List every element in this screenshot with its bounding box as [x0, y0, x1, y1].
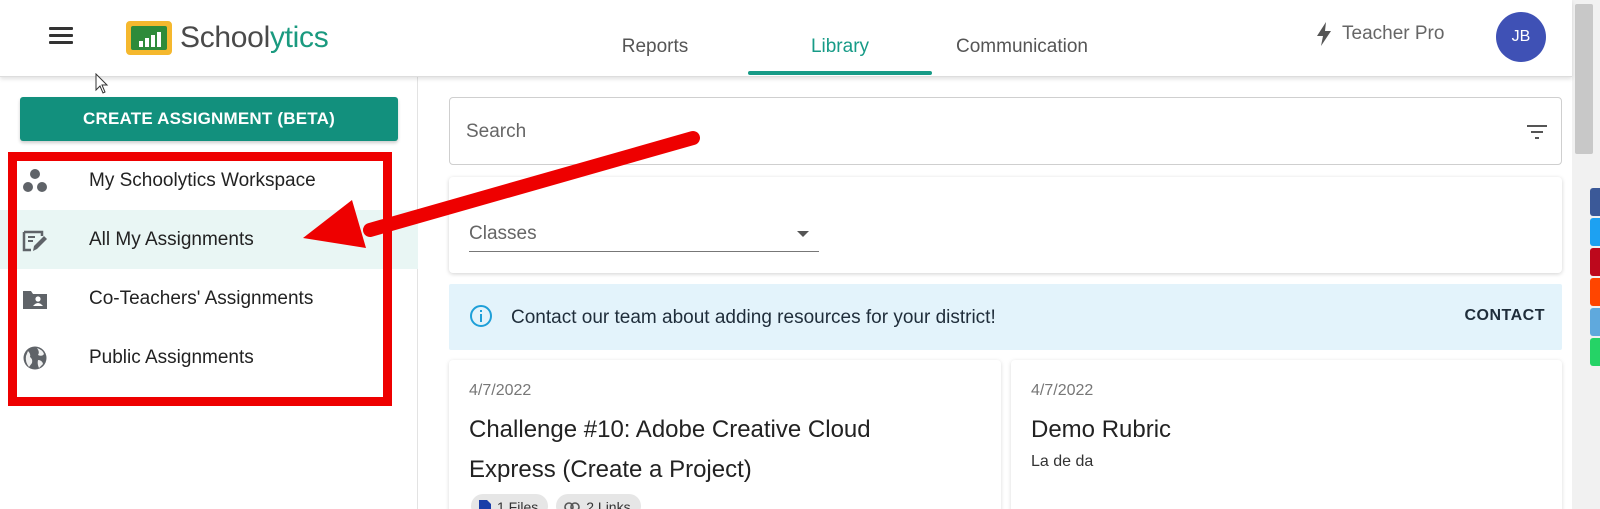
link-icon: [564, 502, 581, 509]
annotation-highlight-box: [8, 152, 392, 406]
logo-text: Schoolytics: [180, 21, 329, 54]
share-button[interactable]: [1590, 248, 1600, 276]
card-title: Demo Rubric: [1031, 416, 1172, 443]
assignment-card[interactable]: 4/7/2022 Demo Rubric La de da: [1011, 360, 1562, 509]
classes-select-label: Classes: [469, 223, 537, 244]
card-date: 4/7/2022: [1031, 382, 1094, 399]
classes-select[interactable]: Classes: [469, 217, 819, 252]
contact-button[interactable]: CONTACT: [1464, 307, 1545, 325]
card-title: Challenge #10: Adobe Creative Cloud Expr…: [469, 416, 871, 483]
logo-icon: [126, 21, 172, 55]
filter-icon[interactable]: [1525, 120, 1549, 144]
dropdown-arrow-icon: [797, 231, 809, 237]
menu-icon[interactable]: [46, 24, 76, 50]
share-button[interactable]: [1590, 308, 1600, 336]
links-chip[interactable]: 2 Links: [556, 494, 641, 509]
social-share-strip[interactable]: [1590, 188, 1600, 368]
top-nav-tabs: Reports Library Communication: [600, 0, 1106, 77]
info-icon: [470, 305, 492, 327]
avatar[interactable]: JB: [1496, 12, 1546, 62]
tab-library[interactable]: Library: [748, 0, 932, 77]
share-button[interactable]: [1590, 338, 1600, 366]
tab-communication[interactable]: Communication: [938, 0, 1106, 77]
files-chip[interactable]: 1 Files: [471, 494, 549, 509]
teacher-pro-link[interactable]: Teacher Pro: [1316, 22, 1444, 46]
search-box: [449, 97, 1562, 165]
app-bar: Schoolytics Reports Library Communicatio…: [0, 0, 1572, 77]
filter-panel: Classes: [449, 177, 1562, 273]
tab-reports[interactable]: Reports: [600, 0, 710, 77]
search-input[interactable]: [466, 116, 1466, 148]
file-icon: [479, 500, 491, 509]
share-button[interactable]: [1590, 218, 1600, 246]
teacher-pro-label: Teacher Pro: [1342, 23, 1445, 44]
banner-message: Contact our team about adding resources …: [511, 307, 996, 328]
card-date: 4/7/2022: [469, 382, 532, 399]
card-attachments: 1 Files 2 Links: [471, 494, 649, 509]
share-button[interactable]: [1590, 278, 1600, 306]
lightning-icon: [1317, 22, 1331, 46]
scrollbar-thumb[interactable]: [1575, 4, 1593, 154]
assignment-card[interactable]: 4/7/2022 Challenge #10: Adobe Creative C…: [449, 360, 1001, 509]
schoolytics-logo[interactable]: Schoolytics: [126, 18, 329, 58]
share-button[interactable]: [1590, 188, 1600, 216]
info-banner: Contact our team about adding resources …: [449, 284, 1562, 350]
create-assignment-button[interactable]: CREATE ASSIGNMENT (BETA): [20, 97, 398, 141]
mouse-cursor-icon: [95, 73, 109, 94]
card-description: La de da: [1031, 453, 1094, 470]
